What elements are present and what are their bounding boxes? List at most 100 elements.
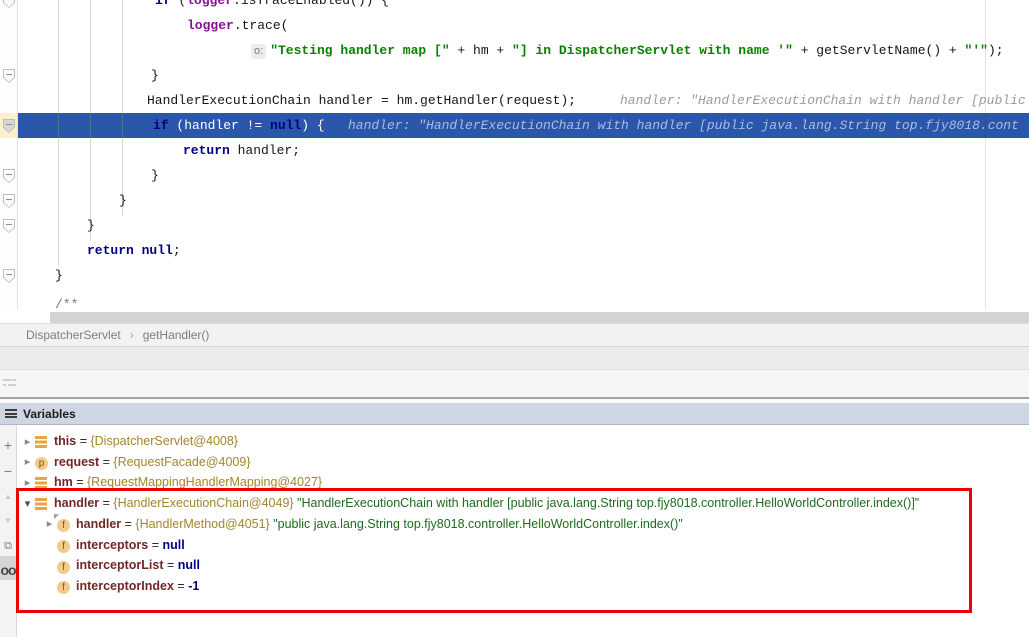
variable-row[interactable]: ▸hm = {RequestMappingHandlerMapping@4027… [17,472,1029,492]
code-text: } [55,263,63,288]
variable-row[interactable]: f interceptorIndex = -1 [17,576,1029,596]
chevron-right-icon[interactable]: ▸ [20,435,35,448]
variable-row[interactable]: ▾handler = {HandlerExecutionChain@4049} … [17,493,1029,513]
remove-icon[interactable]: − [0,463,16,481]
code-segment: .trace( [234,18,289,33]
code-line[interactable]: } [0,213,1029,238]
object-reference: {RequestMappingHandlerMapping@4027} [87,475,322,489]
clipped-code-line: /** [55,297,78,312]
code-line[interactable]: } [0,263,1029,288]
variable-name: interceptorIndex [76,579,174,593]
variable-row[interactable]: ▸prequest = {RequestFacade@4009} [17,452,1029,472]
pin-badge-icon [54,514,59,519]
code-text: return handler; [183,138,300,163]
equals-sign: = [164,558,178,572]
watches-toolbar: + − ▲ ▼ ⧉ oo [0,425,17,637]
code-line[interactable]: } [0,188,1029,213]
equals-sign: = [99,496,113,510]
code-line[interactable]: if (handler != null) {handler: "HandlerE… [0,113,1029,138]
code-segment: "] in DispatcherServlet with name '" [512,43,793,58]
fold-minus-icon [6,174,12,175]
code-editor[interactable]: if (logger.isTraceEnabled()) {logger.tra… [0,0,1029,323]
equals-sign: = [148,538,162,552]
breadcrumb-item-class[interactable]: DispatcherServlet [26,328,121,342]
variable-row[interactable]: ▸this = {DispatcherServlet@4008} [17,431,1029,451]
variable-name: interceptors [76,538,148,552]
variable-row[interactable]: ▸fhandler = {HandlerMethod@4051} "public… [17,514,1029,534]
add-icon[interactable]: + [0,437,16,455]
field-f-pinned-icon: f [57,517,71,530]
code-segment: + hm + [450,43,512,58]
literal-value: null [178,558,200,572]
variables-panel-header: Variables [0,403,1029,425]
code-text: HandlerExecutionChain handler = hm.getHa… [147,88,576,113]
code-segment: ; [173,243,181,258]
circle-glyph: p [35,457,48,470]
code-text: } [151,163,159,188]
move-down-icon[interactable]: ▼ [0,516,16,534]
circle-glyph: f [57,581,70,594]
value-bars-icon [35,476,49,489]
code-line[interactable]: if (logger.isTraceEnabled()) { [0,0,1029,13]
breadcrumb-separator-icon: › [130,328,134,342]
string-value: "public java.lang.String top.fjy8018.con… [273,517,683,531]
code-line[interactable]: logger.trace( [0,13,1029,38]
code-line[interactable]: HandlerExecutionChain handler = hm.getHa… [0,88,1029,113]
code-segment: } [55,268,63,283]
code-line[interactable]: } [0,163,1029,188]
value-bars-icon [35,435,49,448]
debugger-inline-hint: handler: "HandlerExecutionChain with han… [620,88,1026,113]
code-text: logger.trace( [187,13,288,38]
horizontal-scrollbar[interactable] [50,312,1029,323]
literal-value: -1 [188,579,199,593]
chevron-right-icon[interactable]: ▸ [20,476,35,489]
variable-name: handler [54,496,99,510]
code-segment: ) { [301,118,324,133]
equals-sign: = [99,455,113,469]
literal-value: null [163,538,185,552]
indent-spacer [17,544,42,545]
layout-settings-icon[interactable] [3,377,16,389]
debugger-toolbar-row [0,370,1029,397]
code-segment: null [142,243,173,258]
code-segment: "Testing handler map [" [270,43,449,58]
panel-menu-icon[interactable] [5,409,17,418]
chevron-down-icon[interactable]: ▾ [20,497,35,510]
code-segment: ( [171,0,187,8]
chevron-right-icon[interactable]: ▸ [42,517,57,530]
code-segment: } [151,68,159,83]
editor-debugger-splitter[interactable] [0,347,1029,370]
variable-name: handler [76,517,121,531]
code-segment: null [270,118,301,133]
fold-minus-icon [6,74,12,75]
show-watches-icon[interactable]: oo [0,562,16,580]
fold-minus-icon [6,199,12,200]
code-segment: } [151,168,159,183]
equals-sign: = [174,579,188,593]
move-up-icon[interactable]: ▲ [0,492,16,510]
object-reference: {DispatcherServlet@4008} [90,434,238,448]
circle-glyph: f [57,561,70,574]
chevron-right-icon[interactable]: ▸ [20,455,35,468]
string-value: "HandlerExecutionChain with handler [pub… [297,496,919,510]
code-line[interactable]: return handler; [0,138,1029,163]
field-f-icon: f [57,538,71,551]
code-segment: .isTraceEnabled()) { [233,0,389,8]
code-line[interactable]: return null; [0,238,1029,263]
variable-row[interactable]: f interceptors = null [17,535,1029,555]
code-text: } [119,188,127,213]
code-line[interactable]: o:"Testing handler map [" + hm + "] in D… [0,38,1029,63]
value-bars-glyph [35,436,47,448]
code-segment: "'" [965,43,988,58]
variable-row[interactable]: f interceptorList = null [17,555,1029,575]
code-text: if (logger.isTraceEnabled()) { [155,0,389,13]
object-reference: {HandlerMethod@4051} [135,517,273,531]
value-bars-icon [35,497,49,510]
variable-name: interceptorList [76,558,164,572]
code-line[interactable]: } [0,63,1029,88]
object-reference: {HandlerExecutionChain@4049} [113,496,297,510]
indent-spacer [17,585,42,586]
duplicate-icon[interactable]: ⧉ [0,540,16,558]
indent-spacer [17,565,42,566]
breadcrumb-item-method[interactable]: getHandler() [143,328,210,342]
